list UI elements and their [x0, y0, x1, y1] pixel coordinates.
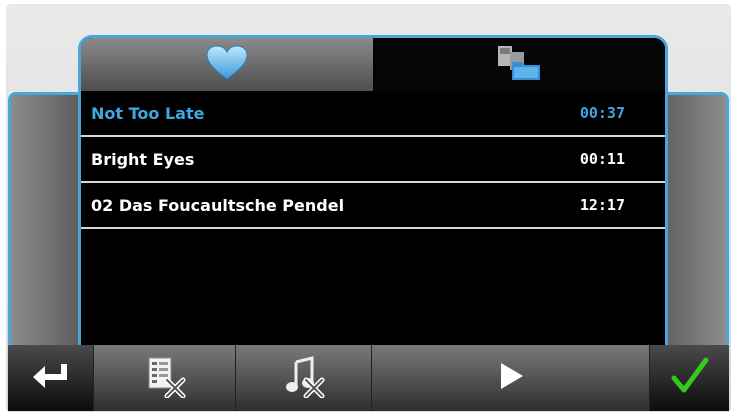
- play-icon: [495, 360, 527, 396]
- track-row[interactable]: Not Too Late 00:37: [81, 91, 665, 137]
- play-button[interactable]: [372, 345, 650, 411]
- back-button[interactable]: [8, 345, 94, 411]
- heart-icon: [205, 44, 249, 85]
- track-duration: 00:11: [579, 150, 625, 168]
- checkmark-icon: [670, 356, 710, 400]
- track-title: Bright Eyes: [91, 149, 195, 169]
- track-title: 02 Das Foucaultsche Pendel: [91, 195, 345, 215]
- bottom-toolbar: [8, 345, 729, 411]
- ok-button[interactable]: [650, 345, 729, 411]
- track-duration: 00:37: [579, 104, 625, 122]
- left-side-panel: [8, 92, 81, 350]
- track-row[interactable]: Bright Eyes 00:11: [81, 137, 665, 183]
- track-row[interactable]: 02 Das Foucaultsche Pendel 12:17: [81, 183, 665, 229]
- return-arrow-icon: [31, 360, 71, 396]
- track-title: Not Too Late: [91, 103, 205, 123]
- folder-icon: [496, 44, 542, 86]
- delete-song-button[interactable]: [236, 345, 372, 411]
- playlist-panel: Not Too Late 00:37 Bright Eyes 00:11 02 …: [78, 35, 668, 350]
- track-list: Not Too Late 00:37 Bright Eyes 00:11 02 …: [81, 91, 665, 229]
- delete-playlist-icon: [143, 354, 187, 402]
- tab-favorites[interactable]: [81, 38, 373, 91]
- delete-playlist-button[interactable]: [94, 345, 236, 411]
- track-duration: 12:17: [579, 196, 625, 214]
- tab-folders[interactable]: [373, 38, 665, 91]
- delete-song-icon: [282, 354, 326, 402]
